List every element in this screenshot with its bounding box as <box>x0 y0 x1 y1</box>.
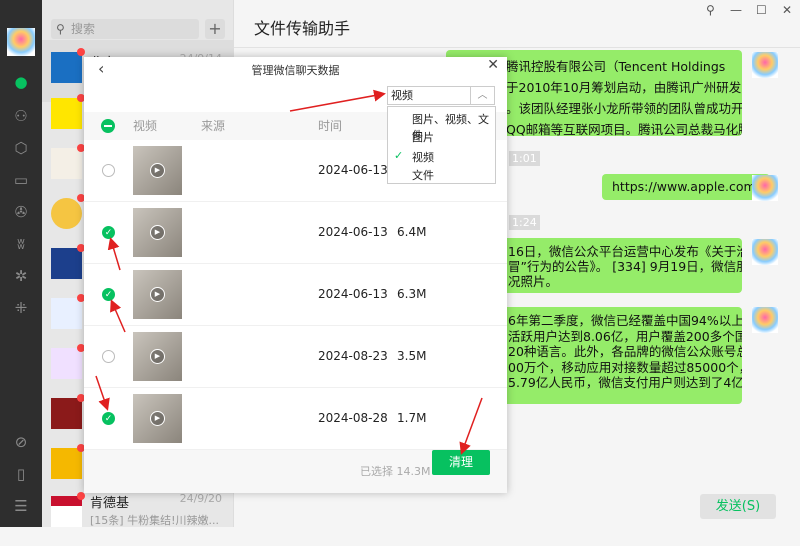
annotation-arrows <box>95 89 483 455</box>
arrow-to-clean <box>459 397 483 455</box>
arrow-to-row3 <box>110 299 126 333</box>
arrow-to-row2 <box>107 237 121 271</box>
arrow-to-row5 <box>95 375 110 411</box>
arrow-to-filter <box>289 89 386 112</box>
